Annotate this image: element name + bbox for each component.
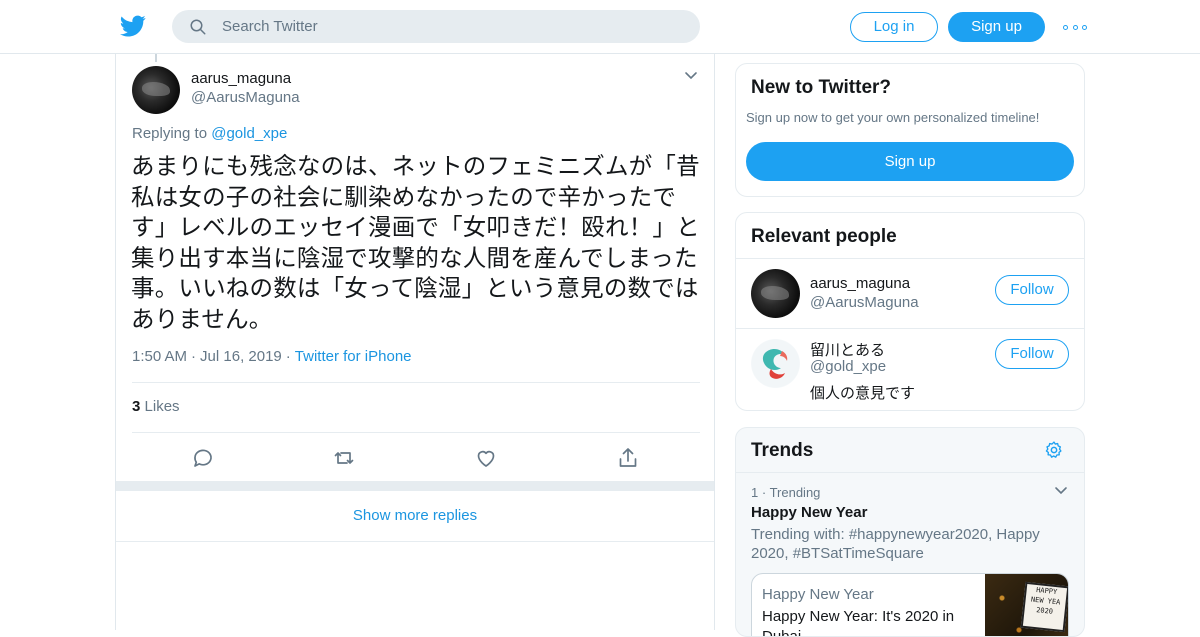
chevron-down-icon[interactable] bbox=[684, 71, 698, 81]
person-bio: 個人の意見です bbox=[810, 385, 916, 402]
tweet-metadata: 1:50 AM · Jul 16, 2019 · Twitter for iPhone bbox=[132, 348, 412, 365]
divider bbox=[132, 432, 700, 433]
person-name[interactable]: aarus_maguna bbox=[810, 275, 910, 292]
trend-context: 1 · Trending bbox=[751, 485, 820, 500]
avatar-illustration bbox=[751, 339, 800, 388]
retweet-icon[interactable] bbox=[332, 446, 356, 470]
login-button[interactable]: Log in bbox=[850, 12, 938, 42]
avatar[interactable] bbox=[751, 269, 800, 318]
replying-to-line: Replying to @gold_xpe bbox=[132, 125, 287, 142]
top-navigation-bar: Log in Sign up bbox=[0, 0, 1200, 54]
sidebar-signup-button[interactable]: Sign up bbox=[746, 142, 1074, 181]
search-input[interactable] bbox=[222, 18, 662, 35]
separator-dot: · bbox=[761, 485, 770, 500]
dot bbox=[1082, 24, 1087, 30]
card-subtitle: Sign up now to get your own personalized… bbox=[746, 110, 1040, 125]
news-headline: Happy New Year: It's 2020 in Dubai bbox=[762, 608, 955, 637]
tweet-detail-column: aarus_maguna @AarusMaguna Replying to @g… bbox=[115, 54, 715, 630]
replying-to-link[interactable]: @gold_xpe bbox=[211, 125, 287, 142]
news-thumbnail-image: HAPPY NEW YEA 2020 bbox=[985, 574, 1068, 636]
person-name[interactable]: 留川とある bbox=[810, 339, 885, 360]
relevant-people-card: Relevant people aarus_maguna @AarusMagun… bbox=[735, 212, 1085, 411]
person-handle[interactable]: @gold_xpe bbox=[810, 358, 886, 375]
new-to-twitter-card: New to Twitter? Sign up now to get your … bbox=[735, 63, 1085, 197]
trend-news-card[interactable]: Happy New Year Happy New Year: It's 2020… bbox=[751, 573, 1069, 637]
trends-card: Trends 1 · Trending Happy New Year Trend… bbox=[735, 427, 1085, 637]
likes-number: 3 bbox=[132, 398, 141, 415]
card-title: Relevant people bbox=[751, 226, 897, 247]
person-handle[interactable]: @AarusMaguna bbox=[810, 294, 919, 311]
like-icon[interactable] bbox=[474, 446, 498, 470]
chevron-down-icon[interactable] bbox=[1054, 486, 1068, 496]
avatar[interactable] bbox=[751, 339, 800, 388]
divider bbox=[736, 258, 1084, 259]
dot bbox=[1063, 24, 1068, 30]
twitter-bird-icon[interactable] bbox=[120, 13, 146, 39]
reply-icon[interactable] bbox=[191, 446, 215, 470]
card-title: New to Twitter? bbox=[751, 77, 892, 98]
search-bar[interactable] bbox=[172, 10, 700, 43]
signup-button[interactable]: Sign up bbox=[948, 12, 1045, 42]
tweet-author-handle[interactable]: @AarusMaguna bbox=[191, 89, 300, 106]
share-icon[interactable] bbox=[616, 446, 640, 470]
replying-to-label: Replying to bbox=[132, 125, 208, 142]
trend-context-label: Trending bbox=[769, 485, 821, 500]
tweet-time[interactable]: 1:50 AM bbox=[132, 348, 187, 365]
trending-with-text: Trending with: #happynewyear2020, Happy … bbox=[751, 526, 1040, 562]
gear-icon[interactable] bbox=[1044, 440, 1064, 460]
likes-label: Likes bbox=[144, 398, 180, 415]
search-icon bbox=[190, 19, 206, 34]
tweet-author-name[interactable]: aarus_maguna bbox=[191, 70, 291, 87]
section-separator bbox=[116, 481, 714, 491]
tweet-text: あまりにも残念なのは、ネットのフェミニズムが「昔私は女の子の社会に馴染めなかった… bbox=[131, 153, 700, 332]
divider bbox=[736, 328, 1084, 329]
thread-connector-line bbox=[155, 54, 157, 62]
avatar[interactable] bbox=[132, 66, 180, 114]
more-options-icon[interactable] bbox=[1063, 20, 1087, 34]
tweet-date[interactable]: Jul 16, 2019 bbox=[200, 348, 282, 365]
tweet-source-link[interactable]: Twitter for iPhone bbox=[295, 348, 412, 365]
follow-button[interactable]: Follow bbox=[995, 339, 1069, 369]
dot bbox=[1072, 24, 1078, 30]
likes-count[interactable]: 3 Likes bbox=[132, 398, 180, 415]
news-source: Happy New Year bbox=[762, 586, 874, 603]
trends-header: Trends bbox=[736, 428, 1084, 473]
divider bbox=[132, 382, 700, 383]
trend-rank: 1 bbox=[751, 485, 759, 500]
lightbox-sign: HAPPY NEW YEA 2020 bbox=[1020, 581, 1068, 633]
card-title: Trends bbox=[751, 440, 814, 461]
trend-name-link[interactable]: Happy New Year bbox=[751, 504, 867, 521]
show-more-replies-link[interactable]: Show more replies bbox=[116, 491, 714, 542]
follow-button[interactable]: Follow bbox=[995, 275, 1069, 305]
